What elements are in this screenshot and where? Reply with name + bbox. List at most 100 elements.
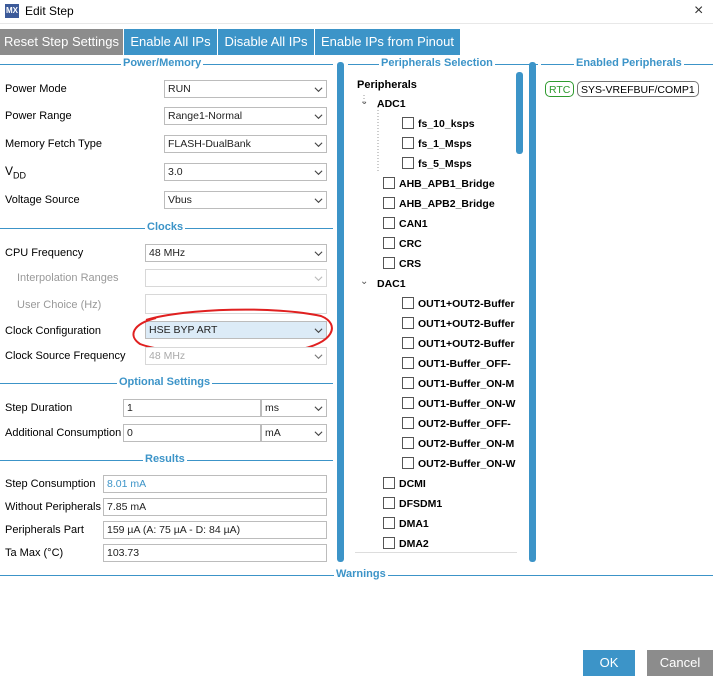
checkbox[interactable] bbox=[402, 337, 414, 349]
peripheral-label: AHB_APB2_Bridge bbox=[399, 198, 495, 210]
checkbox[interactable] bbox=[402, 437, 414, 449]
ok-button[interactable]: OK bbox=[583, 650, 635, 676]
dac1-child-item[interactable]: OUT2-Buffer_OFF- bbox=[402, 414, 516, 434]
dac1-child-item[interactable]: OUT2-Buffer_ON-W bbox=[402, 454, 516, 474]
dac1-child-label: OUT1+OUT2-Buffer bbox=[418, 338, 515, 350]
results-header: Results bbox=[0, 453, 333, 466]
tree-node-adc1[interactable]: ADC1 bbox=[377, 98, 406, 110]
expand-chevron-icon[interactable]: ⌄ bbox=[360, 96, 368, 107]
peripherals-scrollbar[interactable] bbox=[516, 72, 523, 154]
disable-all-ips-button[interactable]: Disable All IPs bbox=[218, 29, 315, 55]
power-mode-select[interactable]: RUN bbox=[164, 80, 327, 98]
peripheral-item[interactable]: CRC bbox=[383, 234, 517, 254]
peripheral-label: DCMI bbox=[399, 478, 426, 490]
checkbox[interactable] bbox=[402, 117, 414, 129]
dac1-child-item[interactable]: OUT1+OUT2-Buffer bbox=[402, 314, 516, 334]
checkbox[interactable] bbox=[402, 377, 414, 389]
adc1-child-item[interactable]: fs_10_ksps bbox=[402, 114, 516, 134]
optional-settings-header: Optional Settings bbox=[0, 376, 333, 389]
dac1-child-item[interactable]: OUT1-Buffer_ON-M bbox=[402, 374, 516, 394]
enabled-badge-sys-vrefbuf[interactable]: SYS-VREFBUF/COMP1 bbox=[577, 81, 699, 97]
dac1-child-item[interactable]: OUT2-Buffer_ON-M bbox=[402, 434, 516, 454]
step-consumption-label: Step Consumption bbox=[5, 478, 96, 490]
vdd-label: VDD bbox=[5, 164, 27, 181]
peripherals-tree-root: Peripherals bbox=[357, 79, 417, 91]
enable-all-ips-button[interactable]: Enable All IPs bbox=[124, 29, 218, 55]
close-icon[interactable]: × bbox=[694, 2, 703, 20]
enabled-badge-rtc[interactable]: RTC bbox=[545, 81, 575, 97]
chevron-down-icon bbox=[314, 142, 323, 148]
peripheral-item[interactable]: AHB_APB2_Bridge bbox=[383, 194, 517, 214]
tree-node-dac1[interactable]: DAC1 bbox=[377, 278, 406, 290]
peripheral-item[interactable]: DCMI bbox=[383, 474, 517, 494]
checkbox[interactable] bbox=[383, 237, 395, 249]
adc1-child-item[interactable]: fs_5_Msps bbox=[402, 154, 516, 174]
dac1-child-label: OUT2-Buffer_ON-W bbox=[418, 458, 516, 470]
clock-configuration-label: Clock Configuration bbox=[5, 325, 101, 337]
additional-consumption-label: Additional Consumption bbox=[5, 427, 122, 439]
peripheral-item[interactable]: DMA2 bbox=[383, 534, 517, 554]
dac1-child-item[interactable]: OUT1-Buffer_ON-W bbox=[402, 394, 516, 414]
checkbox[interactable] bbox=[402, 357, 414, 369]
left-panel-scrollbar[interactable] bbox=[337, 62, 344, 562]
cpu-frequency-select[interactable]: 48 MHz bbox=[145, 244, 327, 262]
checkbox[interactable] bbox=[383, 197, 395, 209]
enabled-peripherals-header: Enabled Peripherals bbox=[541, 57, 713, 70]
step-consumption-value: 8.01 mA bbox=[103, 475, 327, 493]
checkbox[interactable] bbox=[402, 317, 414, 329]
checkbox[interactable] bbox=[402, 417, 414, 429]
step-duration-unit-select[interactable]: ms bbox=[261, 399, 327, 417]
vdd-select[interactable]: 3.0 bbox=[164, 163, 327, 181]
memory-fetch-label: Memory Fetch Type bbox=[5, 138, 102, 150]
memory-fetch-select[interactable]: FLASH-DualBank bbox=[164, 135, 327, 153]
dac1-child-item[interactable]: OUT1-Buffer_OFF- bbox=[402, 354, 516, 374]
checkbox[interactable] bbox=[383, 537, 395, 549]
voltage-source-select[interactable]: Vbus bbox=[164, 191, 327, 209]
additional-consumption-unit-select[interactable]: mA bbox=[261, 424, 327, 442]
chevron-down-icon bbox=[314, 87, 323, 93]
power-range-select[interactable]: Range1-Normal bbox=[164, 107, 327, 125]
checkbox[interactable] bbox=[402, 297, 414, 309]
reset-step-settings-button[interactable]: Reset Step Settings bbox=[0, 29, 124, 55]
power-memory-header: Power/Memory bbox=[0, 57, 333, 70]
power-range-label: Power Range bbox=[5, 110, 72, 122]
user-choice-label: User Choice (Hz) bbox=[17, 299, 102, 311]
checkbox[interactable] bbox=[383, 257, 395, 269]
additional-consumption-input[interactable]: 0 bbox=[123, 424, 261, 442]
without-peripherals-value: 7.85 mA bbox=[103, 498, 327, 516]
dac1-children-list: OUT1+OUT2-Buffer OUT1+OUT2-Buffer OUT1+OUT… bbox=[402, 294, 516, 474]
window-title: Edit Step bbox=[25, 4, 74, 18]
dac1-child-label: OUT1-Buffer_ON-M bbox=[418, 378, 515, 390]
checkbox[interactable] bbox=[402, 397, 414, 409]
peripheral-item[interactable]: DFSDM1 bbox=[383, 494, 517, 514]
middle-panel-scrollbar[interactable] bbox=[529, 62, 536, 562]
checkbox[interactable] bbox=[402, 137, 414, 149]
checkbox[interactable] bbox=[402, 157, 414, 169]
warnings-header: Warnings bbox=[0, 568, 713, 581]
peripheral-item[interactable]: CAN1 bbox=[383, 214, 517, 234]
step-duration-label: Step Duration bbox=[5, 402, 73, 414]
expand-chevron-icon[interactable]: ⌄ bbox=[360, 276, 368, 287]
peripheral-item[interactable]: CRS bbox=[383, 254, 517, 274]
adc1-child-item[interactable]: fs_1_Msps bbox=[402, 134, 516, 154]
step-duration-input[interactable]: 1 bbox=[123, 399, 261, 417]
dac1-child-item[interactable]: OUT1+OUT2-Buffer bbox=[402, 334, 516, 354]
adc1-child-label: fs_10_ksps bbox=[418, 118, 475, 130]
dac1-child-item[interactable]: OUT1+OUT2-Buffer bbox=[402, 294, 516, 314]
chevron-down-icon bbox=[314, 198, 323, 204]
clocks-header: Clocks bbox=[0, 221, 333, 234]
checkbox[interactable] bbox=[383, 217, 395, 229]
ta-max-label: Ta Max (°C) bbox=[5, 547, 64, 559]
checkbox[interactable] bbox=[383, 517, 395, 529]
enable-ips-from-pinout-button[interactable]: Enable IPs from Pinout bbox=[315, 29, 461, 55]
checkbox[interactable] bbox=[383, 177, 395, 189]
adc1-child-label: fs_1_Msps bbox=[418, 138, 472, 150]
peripheral-list-a: AHB_APB1_Bridge AHB_APB2_Bridge CAN1 CRC CRS bbox=[383, 174, 517, 274]
chevron-down-icon bbox=[314, 431, 323, 437]
peripheral-item[interactable]: DMA1 bbox=[383, 514, 517, 534]
checkbox[interactable] bbox=[402, 457, 414, 469]
checkbox[interactable] bbox=[383, 497, 395, 509]
checkbox[interactable] bbox=[383, 477, 395, 489]
peripheral-item[interactable]: AHB_APB1_Bridge bbox=[383, 174, 517, 194]
cancel-button[interactable]: Cancel bbox=[647, 650, 713, 676]
